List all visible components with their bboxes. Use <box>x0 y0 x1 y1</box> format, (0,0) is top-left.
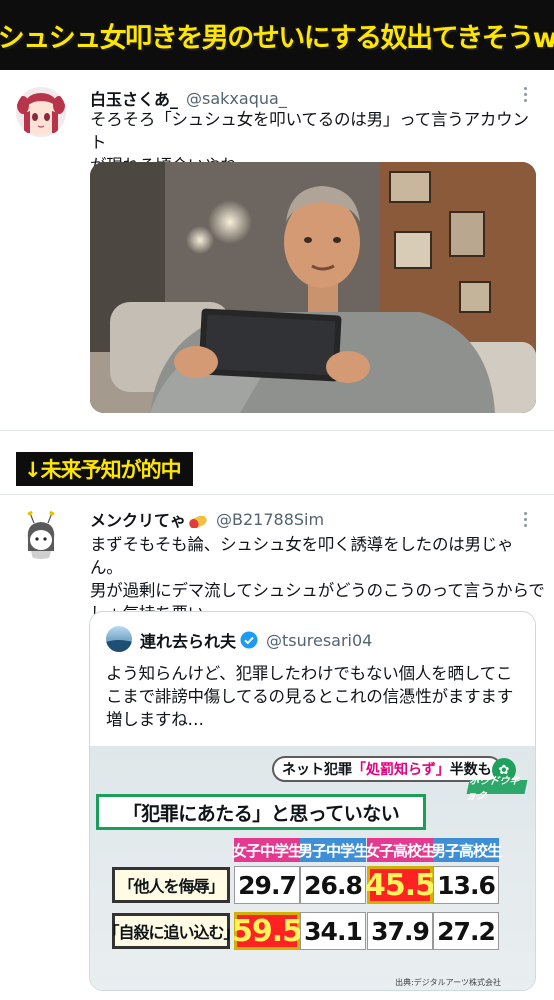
banner-title: シュシュ女叩きを男のせいにする奴出てきそうw <box>0 22 554 54</box>
more-options-icon[interactable] <box>517 84 533 106</box>
tv-screenshot-image[interactable]: ネット犯罪 「処罰知らず」 半数も ✿ ホウドウキョク 「犯罪にあたる」と思って… <box>90 746 535 990</box>
tv-header-highlight: 「処罰知らず」 <box>352 762 450 778</box>
tv-subtitle: 「犯罪にあたる」と思っていない <box>96 794 426 830</box>
table-cell: 45.5 <box>364 866 436 904</box>
table-cell: 26.8 <box>300 866 366 904</box>
more-options-icon[interactable] <box>517 509 533 531</box>
table-cell: 13.6 <box>433 866 499 904</box>
avatar[interactable] <box>106 626 132 652</box>
pill-emoji-icon <box>188 513 208 529</box>
tv-source: 出典:デジタルアーツ株式会社 <box>395 978 501 987</box>
display-name[interactable]: 連れ去られ夫 <box>140 628 236 652</box>
quote-header: 連れ去られ夫 @tsuresari04 <box>140 628 372 652</box>
table-cell: 59.5 <box>231 912 303 950</box>
tweet-header: メンクリてゃ @B21788Sim <box>90 507 324 531</box>
display-name[interactable]: 白玉さくあ_ <box>90 86 178 110</box>
column-header: 男子高校生 <box>431 838 502 862</box>
table-cell: 37.9 <box>367 912 433 950</box>
table-cell: 34.1 <box>300 912 366 950</box>
handle[interactable]: @B21788Sim <box>216 510 324 529</box>
tweet-header: 白玉さくあ_ @sakxaqua_ <box>90 86 287 110</box>
tweet-1[interactable]: 白玉さくあ_ @sakxaqua_ そろそろ「シュシュ女を叩いてるのは男」って言… <box>0 70 554 430</box>
column-header: 女子中学生 <box>232 838 303 862</box>
tv-logo: ホウドウキョク <box>465 776 528 802</box>
quote-text: よう知らんけど、犯罪したわけでもない個人を晒してこ こまで誹謗中傷してるの見ると… <box>106 664 514 729</box>
header-banner: シュシュ女叩きを男のせいにする奴出てきそうw <box>0 0 554 70</box>
tweet-media-image[interactable] <box>90 162 536 413</box>
tv-header: ネット犯罪 「処罰知らず」 半数も <box>272 756 502 782</box>
quoted-tweet[interactable]: 連れ去られ夫 @tsuresari04 よう知らんけど、犯罪したわけでもない個人… <box>89 611 536 991</box>
table-cell: 29.7 <box>234 866 300 904</box>
avatar[interactable] <box>16 509 66 559</box>
column-header: 女子高校生 <box>365 838 436 862</box>
handle[interactable]: @tsuresari04 <box>266 631 372 650</box>
divider <box>0 430 554 431</box>
handle[interactable]: @sakxaqua_ <box>186 89 287 108</box>
prediction-text: ↓未来予知が的中 <box>24 458 182 482</box>
column-header: 男子中学生 <box>298 838 369 862</box>
display-name[interactable]: メンクリてゃ <box>90 507 186 531</box>
row-label: 「自殺に追い込む」 <box>104 913 240 949</box>
prediction-label: ↓未来予知が的中 <box>16 452 193 486</box>
table-cell: 27.2 <box>433 912 499 950</box>
row-label: 「他人を侮辱」 <box>112 867 230 903</box>
verified-badge-icon <box>240 631 258 649</box>
avatar[interactable] <box>16 87 66 137</box>
tv-header-prefix: ネット犯罪 <box>282 762 352 778</box>
